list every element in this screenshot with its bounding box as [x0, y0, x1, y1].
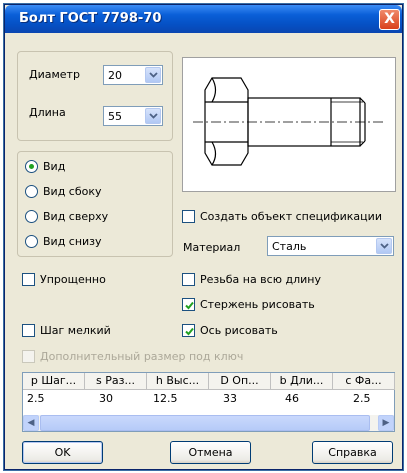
table-header[interactable]: h Выс... — [147, 373, 209, 390]
view-option-label: Вид снизу — [43, 235, 102, 248]
table-header[interactable]: c Фа... — [333, 373, 395, 390]
bolt-dialog: Болт ГОСТ 7798-70 X Диаметр 20 Длина 55 — [4, 4, 403, 470]
fine-pitch-checkbox[interactable] — [22, 324, 35, 337]
full-thread-checkbox[interactable] — [182, 273, 195, 286]
checkmark-icon — [185, 327, 194, 336]
ok-button[interactable]: OK — [22, 441, 103, 464]
chevron-down-icon[interactable] — [145, 67, 161, 83]
radio-view[interactable] — [25, 160, 38, 173]
extra-key-size-checkbox[interactable] — [22, 350, 35, 363]
title-bar[interactable]: Болт ГОСТ 7798-70 X — [5, 5, 402, 33]
spec-label: Создать объект спецификации — [200, 210, 382, 223]
diameter-label: Диаметр — [29, 68, 80, 81]
scroll-thumb[interactable] — [40, 415, 370, 431]
radio-top-view[interactable] — [25, 210, 38, 223]
table-cell[interactable]: 12.5 — [153, 392, 178, 405]
table-header[interactable]: p Шаг... — [23, 373, 85, 390]
table-cell[interactable]: 46 — [285, 392, 299, 405]
table-cell[interactable]: 30 — [99, 392, 113, 405]
dimensions-table[interactable]: p Шаг... s Раз... h Выс... D Оп... b Дли… — [22, 372, 395, 432]
length-label: Длина — [29, 106, 66, 119]
fine-pitch-label: Шаг мелкий — [40, 324, 111, 337]
diameter-select[interactable]: 20 — [103, 65, 163, 85]
close-button[interactable]: X — [379, 9, 400, 30]
length-value: 55 — [108, 110, 122, 123]
chevron-down-icon[interactable] — [376, 238, 392, 254]
material-select[interactable]: Сталь — [267, 236, 394, 256]
radio-bottom-view[interactable] — [25, 235, 38, 248]
material-value: Сталь — [272, 240, 307, 253]
draw-rod-checkbox[interactable] — [182, 298, 195, 311]
horizontal-scrollbar[interactable]: ◀ ▶ — [23, 415, 394, 431]
scroll-right-icon[interactable]: ▶ — [378, 415, 394, 431]
table-header[interactable]: s Раз... — [85, 373, 147, 390]
table-header[interactable]: D Оп... — [209, 373, 271, 390]
material-label: Материал — [183, 241, 241, 254]
table-cell[interactable]: 2.5 — [353, 392, 371, 405]
simplified-checkbox[interactable] — [22, 273, 35, 286]
table-header[interactable]: b Дли... — [271, 373, 333, 390]
chevron-down-icon[interactable] — [145, 108, 161, 124]
bolt-drawing — [193, 77, 383, 166]
simplified-label: Упрощенно — [40, 273, 106, 286]
full-thread-label: Резьба на всю длину — [200, 273, 321, 286]
help-button[interactable]: Справка — [312, 441, 393, 464]
table-cell[interactable]: 2.5 — [27, 392, 45, 405]
table-cell[interactable]: 33 — [223, 392, 237, 405]
bolt-preview — [182, 57, 396, 192]
view-option-label: Вид сверху — [43, 210, 109, 223]
cancel-button[interactable]: Отмена — [170, 441, 251, 464]
draw-rod-label: Стержень рисовать — [200, 298, 315, 311]
spec-checkbox[interactable] — [182, 210, 195, 223]
view-option-label: Вид — [43, 160, 66, 173]
draw-axis-label: Ось рисовать — [200, 324, 278, 337]
window-title: Болт ГОСТ 7798-70 — [19, 11, 162, 26]
extra-key-size-label: Дополнительный размер под ключ — [40, 350, 244, 363]
close-icon: X — [384, 11, 395, 27]
checkmark-icon — [185, 301, 194, 310]
radio-side-view[interactable] — [25, 185, 38, 198]
scroll-left-icon[interactable]: ◀ — [23, 415, 39, 431]
draw-axis-checkbox[interactable] — [182, 324, 195, 337]
view-option-label: Вид сбоку — [43, 185, 102, 198]
diameter-value: 20 — [108, 69, 122, 82]
length-select[interactable]: 55 — [103, 106, 163, 126]
